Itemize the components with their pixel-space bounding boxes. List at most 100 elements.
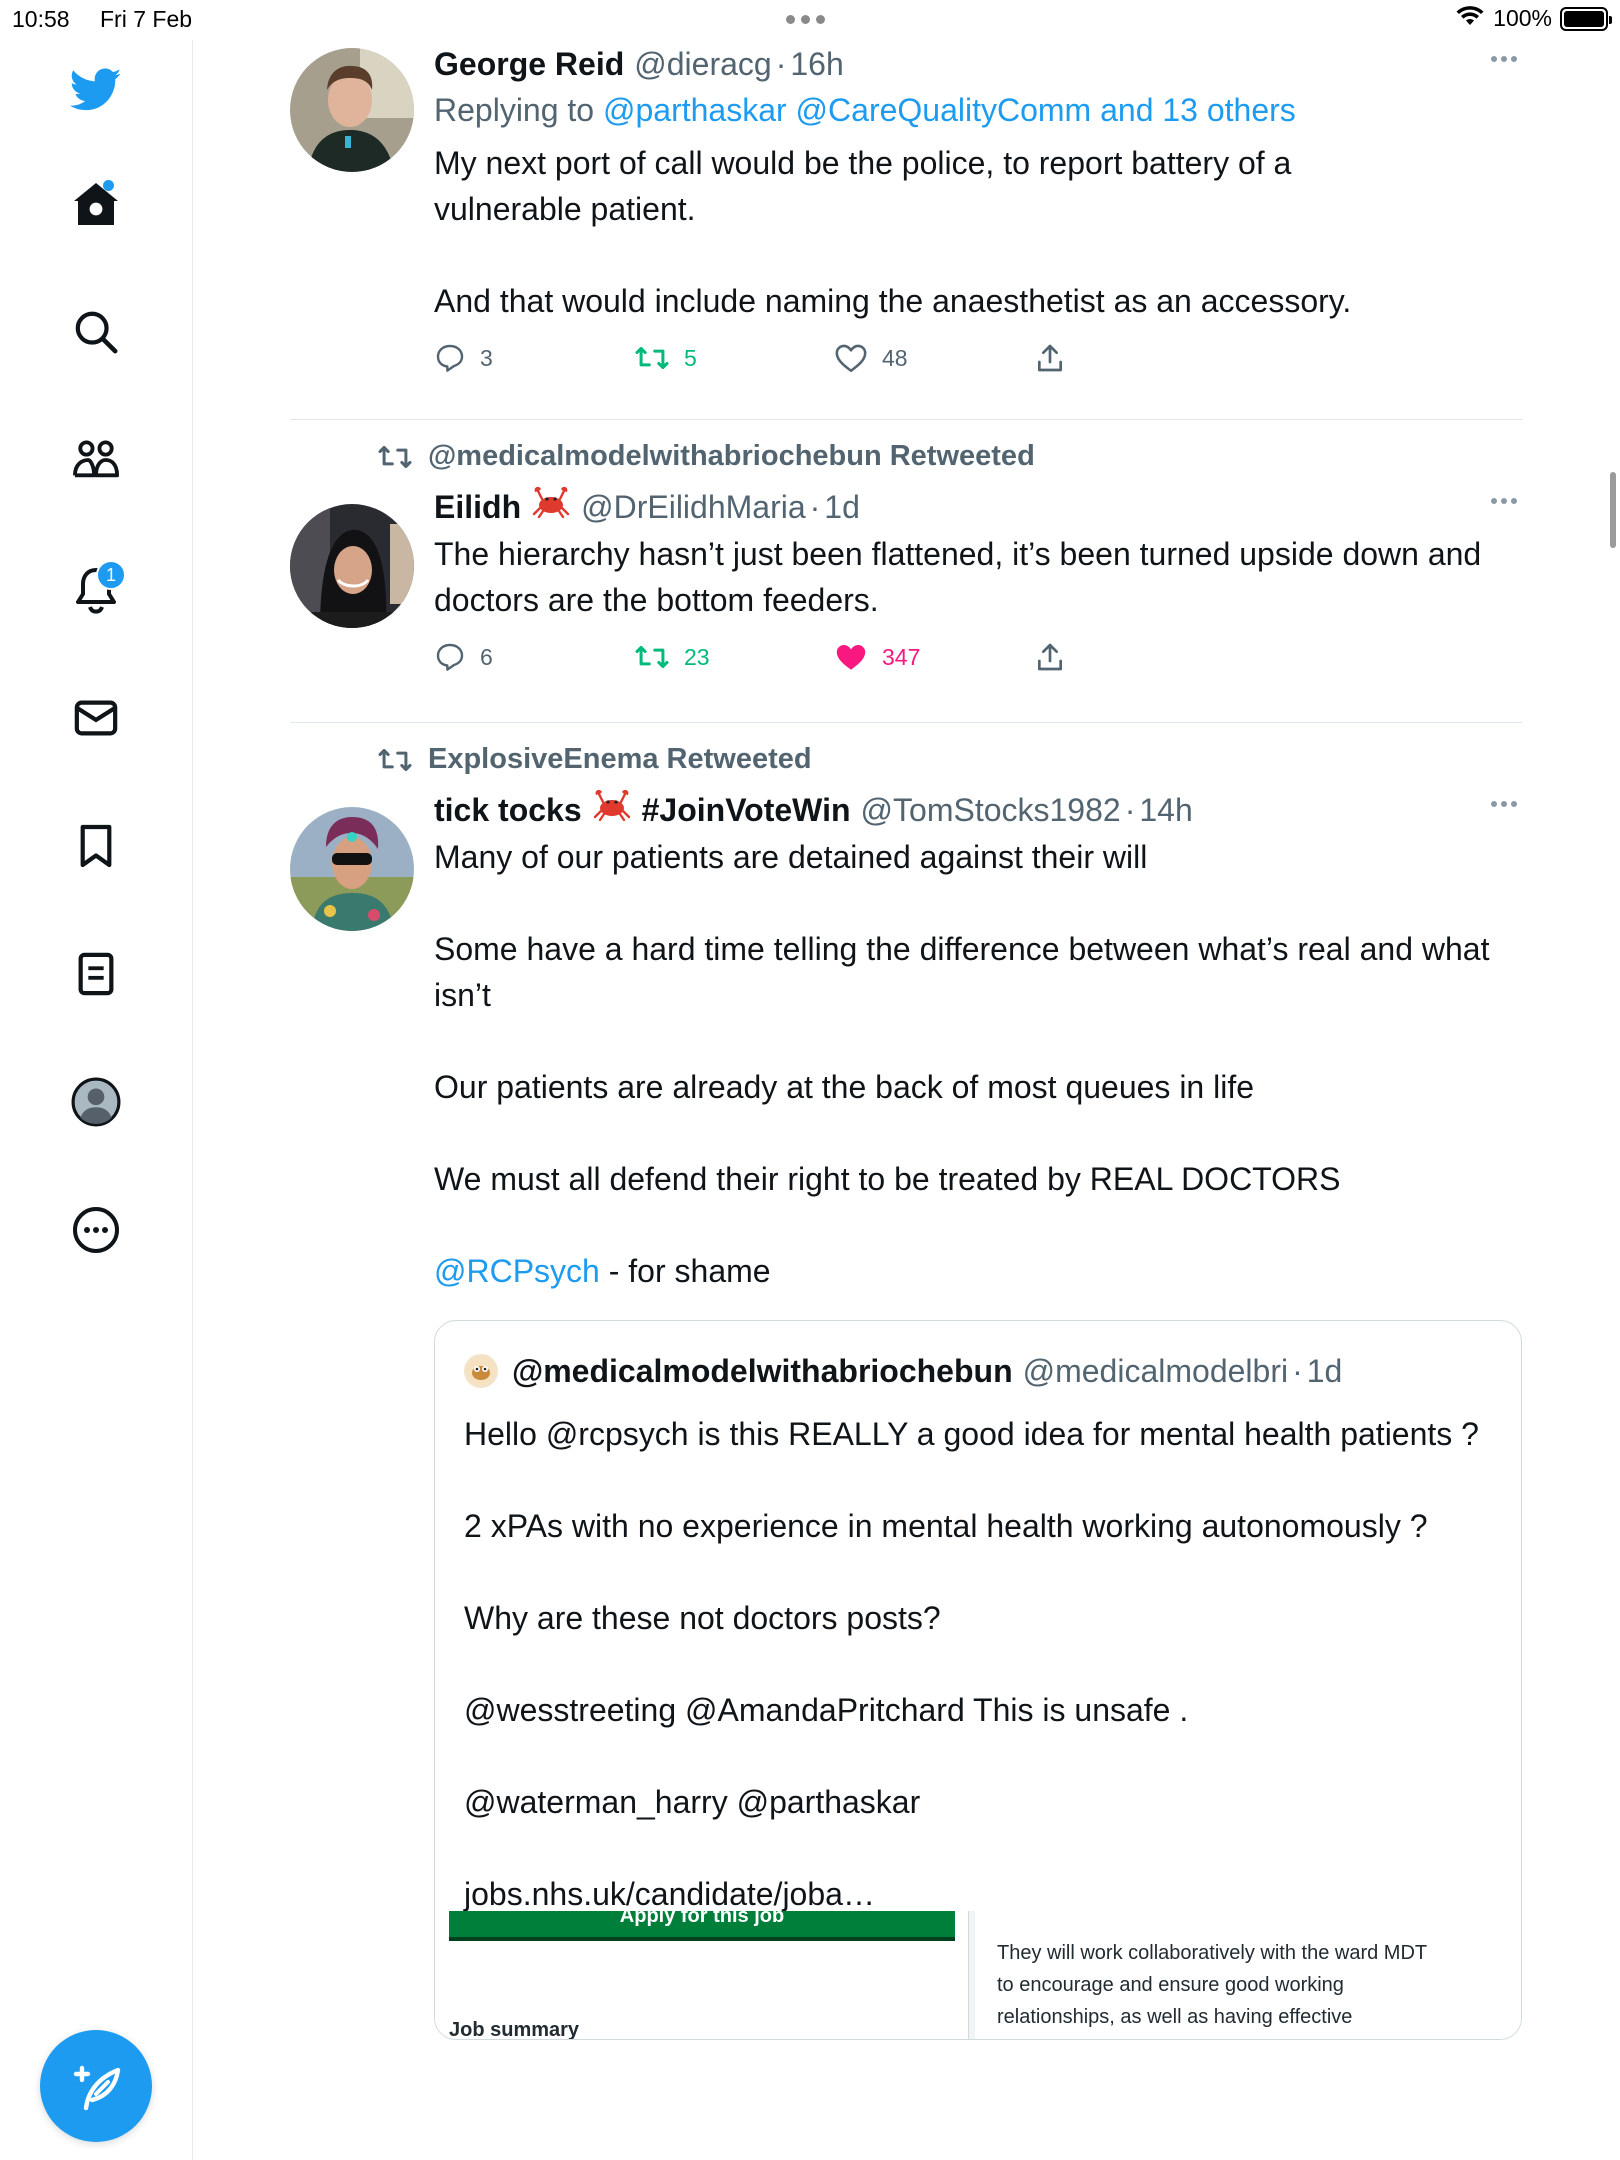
tweet-text-line: We must all defend their right to be tre… [434,1161,1341,1197]
reply-count: 3 [480,344,493,371]
quoted-display-name[interactable]: @medicalmodelwithabriochebun [512,1349,1013,1393]
tweet-text-line: Some have a hard time telling the differ… [434,931,1490,1013]
apply-button-image: Apply for this job [449,1906,955,1941]
quoted-tweet-time[interactable]: 1d [1307,1349,1343,1393]
quoted-tweet-text: Hello @rcpsych is this REALLY a good ide… [464,1411,1492,1917]
lists-icon[interactable] [66,944,126,1004]
tweet-time[interactable]: 14h [1139,788,1192,832]
multitasking-dots[interactable] [786,15,825,24]
home-icon[interactable] [66,174,126,234]
quoted-text-line [464,1825,1492,1871]
quoted-text-line: Hello @rcpsych is this REALLY a good ide… [464,1416,1479,1452]
tweet-text: My next port of call would be the police… [434,140,1434,324]
more-options-icon[interactable] [1486,498,1522,504]
tweet-time[interactable]: 16h [790,42,843,86]
tweet-text-line: Our patients are already at the back of … [434,1069,1255,1105]
battery-icon [1560,6,1612,31]
display-name-hashtag[interactable]: #JoinVoteWin [642,788,851,832]
compose-tweet-button[interactable] [40,2030,152,2142]
crab-emoji-icon [592,787,632,832]
quoted-text-line [464,1549,1492,1595]
more-icon[interactable] [66,1200,126,1260]
quoted-text-line: @wesstreeting @AmandaPritchard This is u… [464,1692,1189,1728]
twitter-logo-icon[interactable] [66,60,126,120]
retweet-count: 23 [684,643,710,670]
user-handle[interactable]: @dieracg [634,42,771,86]
user-handle[interactable]: @TomStocks1982 [861,788,1121,832]
user-handle[interactable]: @DrEilidhMaria [581,485,806,529]
tweet-time[interactable]: 1d [824,485,860,529]
reply-button[interactable]: 6 [434,641,634,673]
avatar[interactable] [290,504,414,628]
avatar[interactable] [290,48,414,172]
retweet-icon [635,645,669,669]
quoted-avatar[interactable] [464,1354,498,1388]
notifications-icon[interactable]: 1 [66,560,126,620]
reply-button[interactable]: 3 [434,342,634,374]
tweet-text-line [434,1202,1524,1248]
tweet-text-line: Many of our patients are detained agains… [434,839,1148,875]
job-summary-heading: Job summary [449,2019,580,2040]
retweet-icon [378,445,412,468]
crab-emoji-icon [531,484,571,529]
profile-icon[interactable] [66,1072,126,1132]
tweet[interactable]: ExplosiveEnema Retweeted tick tocks #Joi… [290,723,1522,2040]
search-icon[interactable] [66,302,126,362]
tweet-text-line [434,1018,1524,1064]
more-options-icon[interactable] [1486,56,1522,62]
reply-icon [436,643,464,671]
tweet-text-line: My next port of call would be the police… [434,145,1292,227]
reply-icon [436,344,464,372]
home-unread-dot [103,180,114,191]
like-count: 347 [882,643,921,670]
tweet-text-mention-line: @RCPsych - for shame [434,1248,1524,1294]
bookmarks-icon[interactable] [66,816,126,876]
mention-link[interactable]: @RCPsych [434,1253,600,1289]
battery-percent: 100% [1493,5,1552,31]
quoted-text-line [464,1641,1492,1687]
tweet-text-line [434,232,1434,278]
heart-icon [835,344,867,373]
share-icon [1038,643,1062,671]
retweet-button[interactable]: 23 [634,642,834,672]
tweet[interactable]: @medicalmodelwithabriochebun Retweeted E… [290,420,1522,723]
quoted-text-line: 2 xPAs with no experience in mental heal… [464,1508,1428,1544]
display-name[interactable]: tick tocks [434,788,582,832]
like-button[interactable]: 347 [834,641,1034,673]
tweet-text: The hierarchy hasn’t just been flattened… [434,531,1524,623]
status-bar: 10:58 Fri 7 Feb 100% [0,0,1620,40]
quoted-tweet[interactable]: @medicalmodelwithabriochebun @medicalmod… [434,1320,1522,2040]
quoted-user-handle[interactable]: @medicalmodelbri [1023,1349,1288,1393]
wifi-icon [1455,5,1485,32]
media-text-line: to encourage and ensure good working [997,1974,1344,1996]
media-text-line: relationships, as well as having effecti… [997,2006,1353,2028]
tweet-text-line [434,880,1524,926]
quoted-text-line [464,1733,1492,1779]
display-name[interactable]: George Reid [434,42,624,86]
quoted-media[interactable]: Apply for this job Job summary They will… [435,1906,1521,2040]
heart-filled-icon [836,644,866,670]
tweet-header: Eilidh @DrEilidhMaria · 1d [434,484,1522,529]
tweet-header: George Reid @dieracg · 16h [434,42,1522,86]
share-button[interactable] [1034,342,1066,374]
sidebar: 1 [0,40,193,2160]
tweet-header: tick tocks #JoinVoteWin @TomStocks1982 ·… [434,787,1522,832]
reply-count: 6 [480,643,493,670]
status-right: 100% [1455,5,1612,32]
share-button[interactable] [1034,641,1066,673]
like-button[interactable]: 48 [834,342,1034,374]
share-icon [1038,344,1062,372]
communities-icon[interactable] [66,430,126,490]
retweet-button[interactable]: 5 [634,343,834,373]
retweet-icon [635,346,669,370]
like-count: 48 [882,344,908,371]
replying-to-users[interactable]: @parthaskar @CareQualityComm and 13 othe… [603,92,1296,128]
avatar[interactable] [290,807,414,931]
display-name[interactable]: Eilidh [434,485,521,529]
replying-to: Replying to @parthaskar @CareQualityComm… [434,86,1522,134]
more-options-icon[interactable] [1486,801,1522,807]
messages-icon[interactable] [66,688,126,748]
tweet[interactable]: George Reid @dieracg · 16h Replying to @… [290,40,1522,420]
quoted-text-line: @waterman_harry @parthaskar [464,1784,921,1820]
scrollbar-thumb[interactable] [1610,472,1616,548]
